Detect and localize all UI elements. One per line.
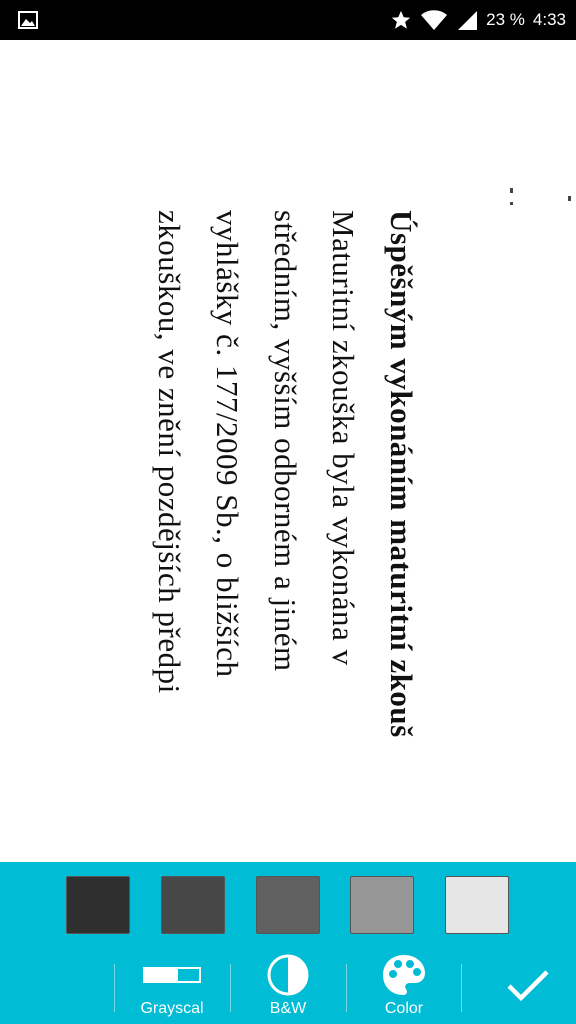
bw-button[interactable]: B&W xyxy=(230,952,346,1024)
document-line: vyhlášky č. 177/2009 Sb., o bližších xyxy=(210,210,245,678)
wifi-icon xyxy=(420,9,448,31)
swatch-4[interactable] xyxy=(350,876,414,934)
bw-label: B&W xyxy=(269,1000,307,1017)
document-line: středním, vyšším odborném a jiném xyxy=(268,210,303,672)
confirm-button[interactable] xyxy=(480,952,576,1024)
color-label: Color xyxy=(384,1000,424,1017)
document-line: Maturitní zkouška byla vykonána v xyxy=(326,210,361,666)
clock: 4:33 xyxy=(532,10,566,29)
checkmark-icon xyxy=(506,968,550,1009)
swatch-row xyxy=(0,876,576,936)
scan-speck xyxy=(568,196,571,201)
contrast-icon xyxy=(266,952,310,998)
star-icon xyxy=(390,9,412,31)
filter-panel: Grayscal B&W Color xyxy=(0,862,576,1024)
status-bar: 23 % 4:33 xyxy=(0,0,576,40)
scan-speck xyxy=(510,188,513,193)
document-line: zkouškou, ve znění pozdějších předpi xyxy=(152,210,187,694)
battery-percent: 23 % xyxy=(486,10,525,29)
swatch-1[interactable] xyxy=(66,876,130,934)
grayscale-label: Grayscal xyxy=(140,1000,204,1017)
grayscale-button[interactable]: Grayscal xyxy=(114,952,230,1024)
gallery-icon xyxy=(18,11,38,29)
divider xyxy=(461,964,462,1012)
document-preview[interactable]: Úspěšným vykonáním maturitní zkouš Matur… xyxy=(0,40,576,862)
document-text: Úspěšným vykonáním maturitní zkouš Matur… xyxy=(140,210,430,810)
swatch-3[interactable] xyxy=(256,876,320,934)
grayscale-icon xyxy=(143,952,201,998)
palette-icon xyxy=(381,952,427,998)
swatch-5[interactable] xyxy=(445,876,509,934)
color-button[interactable]: Color xyxy=(346,952,462,1024)
scan-speck xyxy=(510,202,513,205)
swatch-2[interactable] xyxy=(161,876,225,934)
tool-bar: Grayscal B&W Color xyxy=(0,952,576,1024)
signal-icon xyxy=(456,9,478,31)
document-line: Úspěšným vykonáním maturitní zkouš xyxy=(384,210,419,738)
